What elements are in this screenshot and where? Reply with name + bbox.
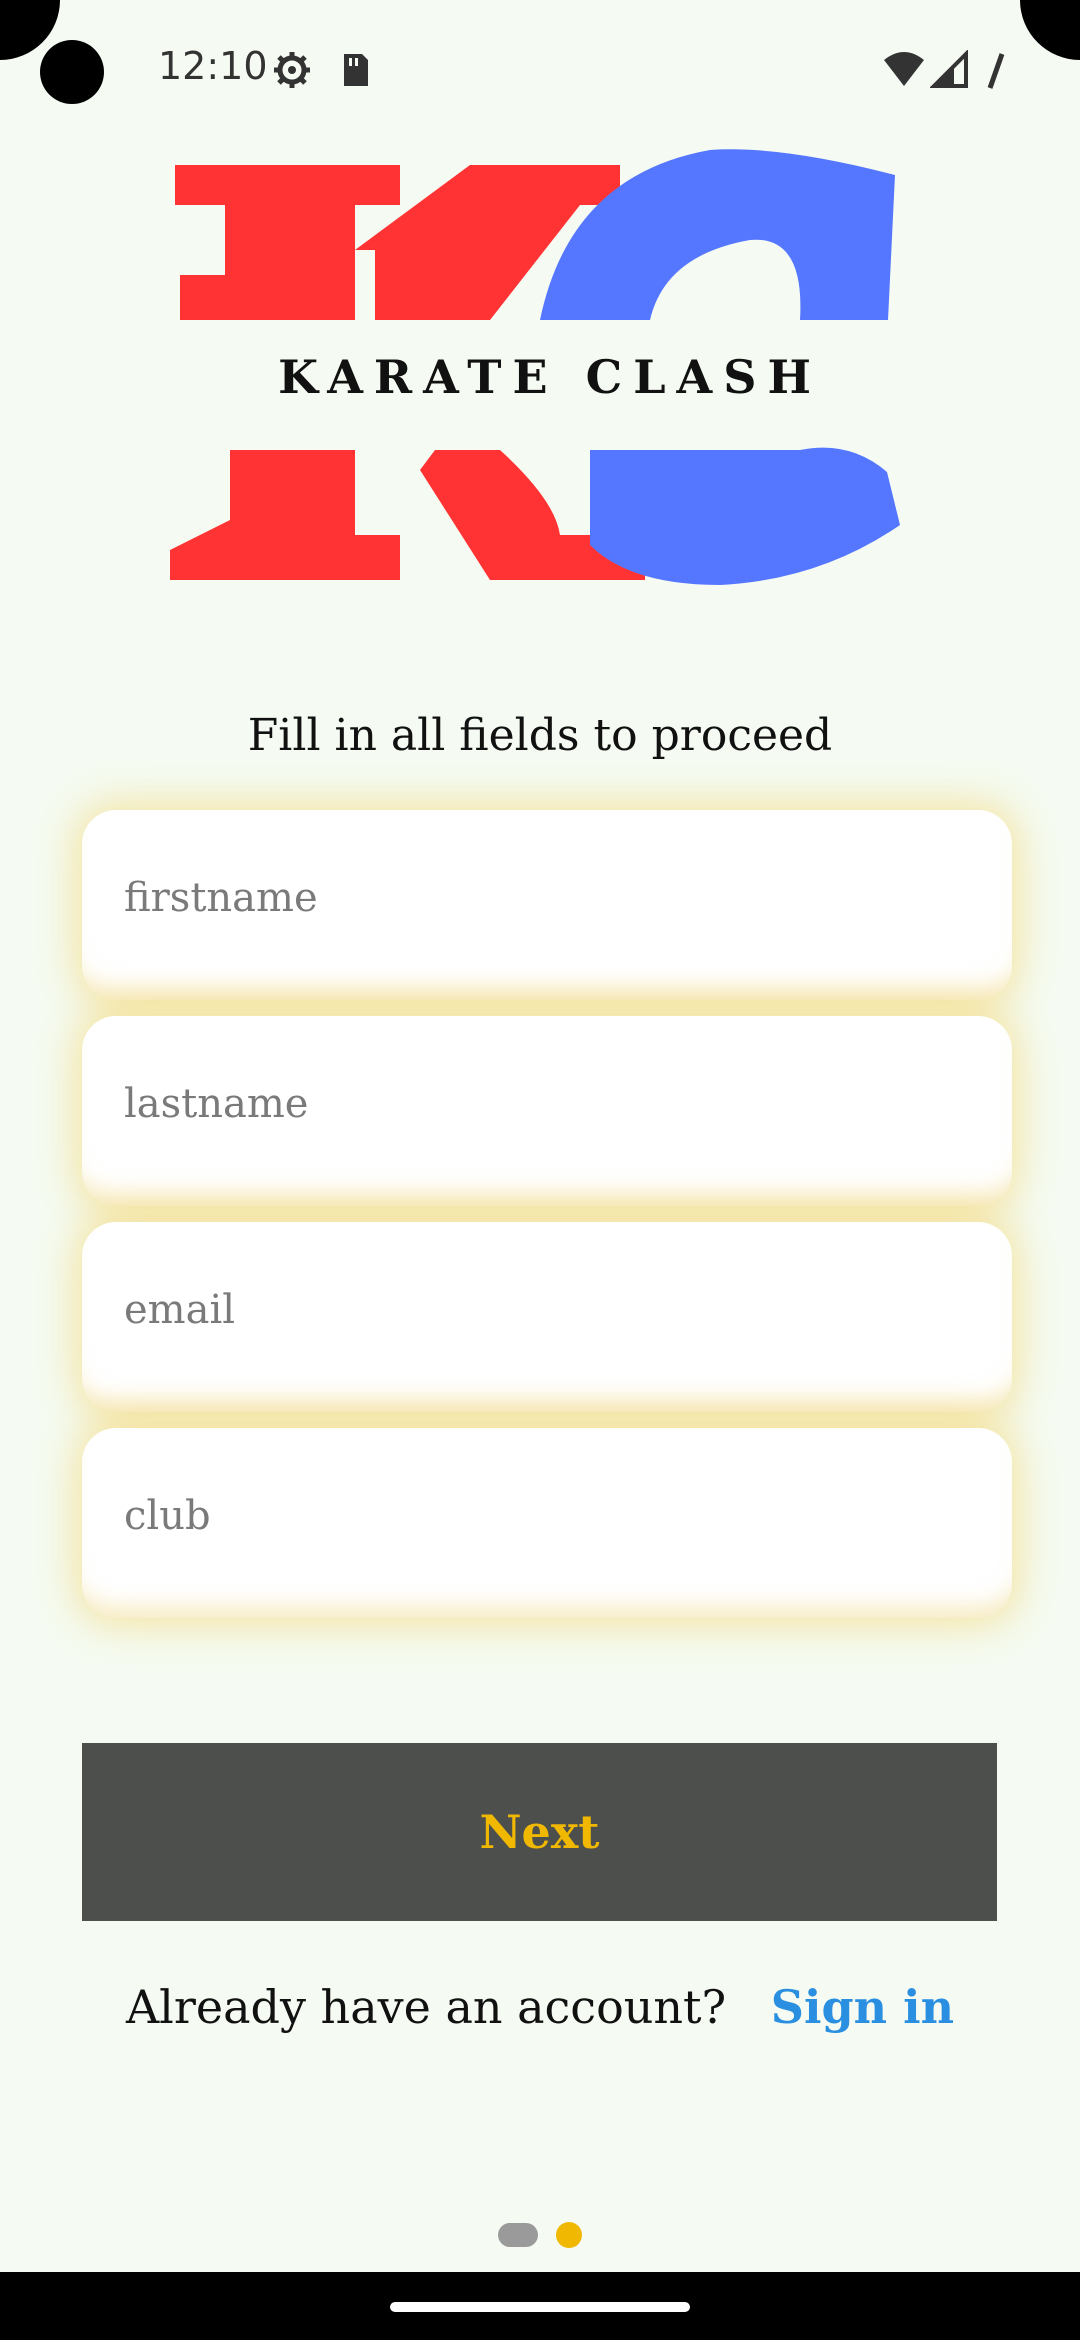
- email-field: [82, 1222, 1012, 1412]
- email-input[interactable]: [122, 1264, 976, 1356]
- club-field: [82, 1428, 1012, 1618]
- club-input[interactable]: [122, 1470, 976, 1562]
- navigation-bar: [0, 2272, 1080, 2340]
- firstname-input[interactable]: [122, 852, 976, 944]
- form-instruction: Fill in all fields to proceed: [247, 710, 833, 761]
- logo-text: KARATE CLASH: [278, 350, 822, 404]
- wifi-icon: [884, 52, 924, 86]
- camera-cutout: [40, 40, 104, 104]
- karate-clash-logo: KARATE CLASH: [160, 140, 920, 600]
- home-gesture-handle[interactable]: [390, 2302, 690, 2312]
- page-dot-1: [498, 2223, 539, 2247]
- cell-signal-icon: [930, 50, 968, 88]
- next-button[interactable]: Next: [82, 1743, 997, 1921]
- screen-corner-right: [1020, 0, 1080, 60]
- lastname-input[interactable]: [122, 1058, 976, 1150]
- battery-icon: [987, 53, 1005, 89]
- signin-row: Already have an account? Sign in: [0, 1980, 1080, 2034]
- signin-link[interactable]: Sign in: [771, 1980, 954, 2034]
- settings-gear-icon: [274, 52, 310, 88]
- signin-prompt: Already have an account?: [125, 1980, 727, 2034]
- page-dot-2-active: [555, 2222, 582, 2248]
- lastname-field: [82, 1016, 1012, 1206]
- status-time: 12:10: [158, 44, 268, 88]
- status-bar: 12:10: [0, 0, 1080, 140]
- page-indicator: [0, 2222, 1080, 2252]
- firstname-field: [82, 810, 1012, 1000]
- sd-card-icon: [344, 54, 368, 86]
